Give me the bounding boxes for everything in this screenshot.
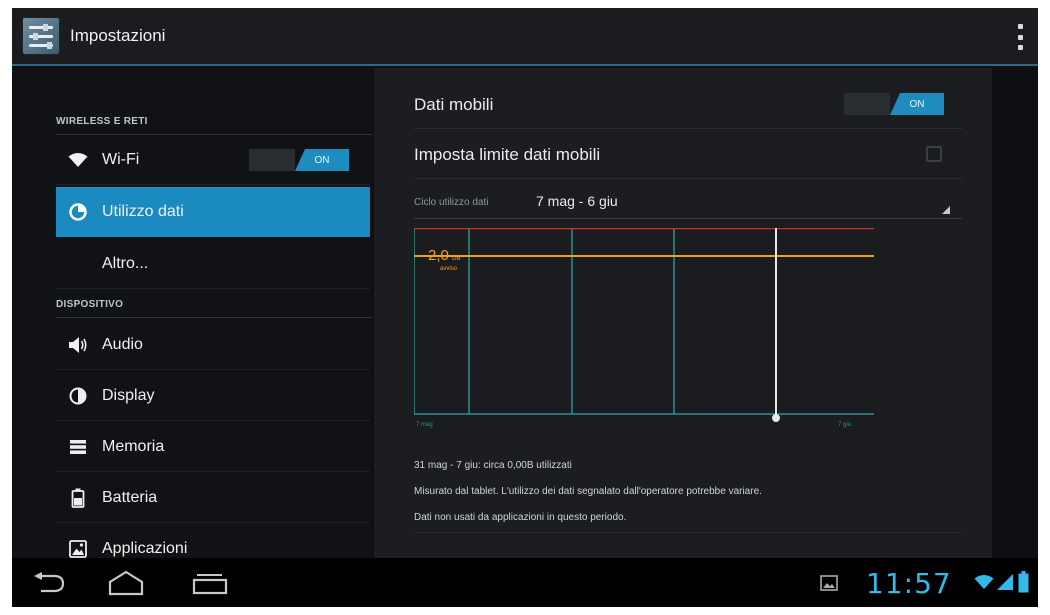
warning-value: 2,0 [428,247,449,264]
sidebar-item-display[interactable]: Display [56,371,370,421]
data-usage-icon [68,202,88,222]
row-divider [414,218,962,219]
chart-start-label: 7 mag [416,422,433,428]
data-limit-label: Imposta limite dati mobili [414,145,601,164]
sidebar-item-wifi[interactable]: Wi-Fi ON [56,135,370,185]
status-clock: 11:57 [866,567,952,600]
recent-apps-icon[interactable] [192,573,228,600]
dropdown-triangle-icon[interactable] [942,206,950,214]
section-divider [56,317,372,318]
usage-summary: 31 mag - 7 giu: circa 0,00B utilizzati [414,460,572,471]
signal-icon [996,573,1014,596]
wifi-icon [68,150,88,170]
cycle-start-handle[interactable] [772,414,780,422]
row-divider [414,178,962,179]
settings-app-icon[interactable] [22,17,60,55]
no-apps-note: Dati non usati da applicazioni in questo… [414,512,627,523]
chart-end-label: 7 giu [838,422,851,428]
data-usage-chart: 2,0 GB avviso 7 mag 7 giu [414,228,874,433]
sidebar-item-battery[interactable]: Batteria [56,473,370,523]
sidebar-item-label: Memoria [102,437,165,455]
home-icon[interactable] [108,570,144,601]
row-divider [414,128,962,129]
system-navigation-bar: 11:57 [12,558,1038,607]
data-usage-panel: Dati mobili ON Imposta limite dati mobil… [374,68,992,558]
speaker-icon [68,335,88,355]
sidebar-item-label: Wi-Fi [102,150,140,168]
wifi-toggle[interactable]: ON [249,148,349,172]
action-bar: Impostazioni [12,8,1038,66]
sidebar-item-more[interactable]: Altro... [56,239,370,289]
back-icon[interactable] [32,572,66,599]
device-screen: Impostazioni WIRELESS E RETI Wi-Fi ON Ut… [12,8,1038,607]
warning-label: avviso [440,266,458,272]
toggle-off-track [844,93,890,115]
sidebar-item-label: Audio [102,335,143,353]
page-title: Impostazioni [70,26,166,45]
settings-sidebar: WIRELESS E RETI Wi-Fi ON Utilizzo dati A… [12,68,372,558]
chart-background [414,228,874,433]
warning-unit: GB [452,256,461,262]
sidebar-item-audio[interactable]: Audio [56,320,370,370]
cycle-label: Ciclo utilizzo dati [414,197,489,208]
sidebar-item-label: Utilizzo dati [102,203,184,220]
sidebar-item-label: Display [102,386,155,404]
wifi-status-icon [974,574,994,595]
display-icon [68,386,88,406]
sidebar-item-storage[interactable]: Memoria [56,422,370,472]
cycle-value[interactable]: 7 mag - 6 giu [536,193,618,209]
battery-icon [68,488,88,508]
apps-icon [68,539,88,559]
mobile-data-label: Dati mobili [414,95,494,114]
sidebar-item-label: Altro... [102,254,149,272]
battery-status-icon [1018,571,1029,598]
toggle-on-label: ON [295,149,349,171]
overflow-menu-icon[interactable] [1018,24,1024,50]
row-divider [414,532,962,533]
section-header-device: DISPOSITIVO [56,299,124,310]
section-header-wireless: WIRELESS E RETI [56,116,148,127]
data-limit-checkbox[interactable] [926,146,942,162]
screenshot-notification-icon[interactable] [820,575,838,596]
sidebar-item-data-usage[interactable]: Utilizzo dati [56,187,370,237]
measurement-note: Misurato dal tablet. L'utilizzo dei dati… [414,486,762,497]
mobile-data-toggle[interactable]: ON [844,92,944,116]
sidebar-item-label: Applicazioni [102,540,188,557]
storage-icon [68,437,88,457]
toggle-on-label: ON [890,93,944,115]
toggle-off-track [249,149,295,171]
sidebar-item-label: Batteria [102,488,158,506]
